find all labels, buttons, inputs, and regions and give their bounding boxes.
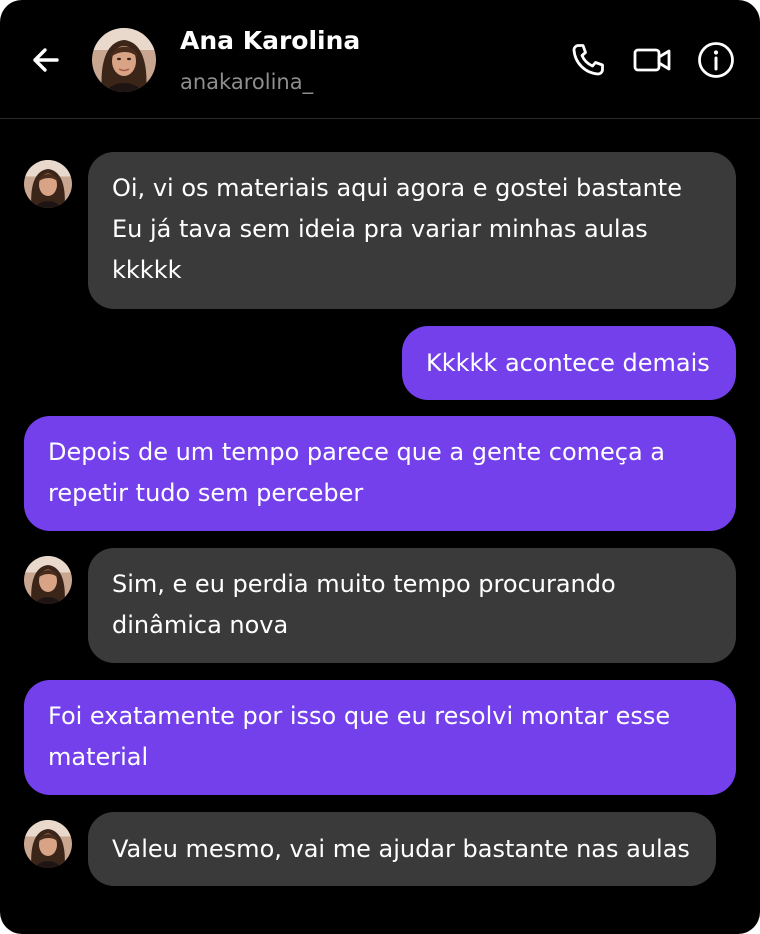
conversation-header: Ana Karolina anakarolina_ — [0, 0, 760, 119]
avatar[interactable] — [24, 556, 72, 604]
avatar[interactable] — [24, 160, 72, 208]
avatar[interactable] — [24, 820, 72, 868]
contact-name[interactable]: Ana Karolina — [180, 26, 360, 55]
message-line: dinâmica nova — [112, 611, 289, 639]
message-line: Oi, vi os materiais aqui agora e gostei … — [112, 174, 682, 202]
phone-icon[interactable] — [568, 40, 608, 80]
message-bubble-incoming[interactable]: Oi, vi os materiais aqui agora e gostei … — [88, 152, 736, 309]
message-bubble-outgoing[interactable]: Foi exatamente por isso que eu resolvi m… — [24, 680, 736, 795]
dm-conversation-window: Ana Karolina anakarolina_ Oi, vi os mate… — [0, 0, 760, 934]
contact-handle: anakarolina_ — [180, 70, 314, 94]
message-line: Sim, e eu perdia muito tempo procurando — [112, 570, 616, 598]
message-line: Depois de um tempo parece que a gente co… — [48, 438, 666, 466]
message-line: Foi exatamente por isso que eu resolvi m… — [48, 702, 671, 730]
message-line: Eu já tava sem ideia pra variar minhas a… — [112, 215, 648, 243]
message-line: Kkkkk acontece demais — [426, 349, 710, 377]
message-line: kkkkk — [112, 256, 182, 284]
message-bubble-incoming[interactable]: Valeu mesmo, vai me ajudar bastante nas … — [88, 812, 716, 886]
message-line: material — [48, 743, 149, 771]
avatar[interactable] — [92, 28, 156, 92]
back-arrow-icon[interactable] — [26, 40, 66, 80]
message-line: repetir tudo sem perceber — [48, 479, 364, 507]
message-bubble-outgoing[interactable]: Depois de um tempo parece que a gente co… — [24, 416, 736, 531]
info-icon[interactable] — [696, 40, 736, 80]
message-line: Valeu mesmo, vai me ajudar bastante nas … — [112, 835, 690, 863]
video-camera-icon[interactable] — [632, 40, 672, 80]
message-bubble-incoming[interactable]: Sim, e eu perdia muito tempo procurando … — [88, 548, 736, 663]
message-bubble-outgoing[interactable]: Kkkkk acontece demais — [402, 326, 736, 400]
